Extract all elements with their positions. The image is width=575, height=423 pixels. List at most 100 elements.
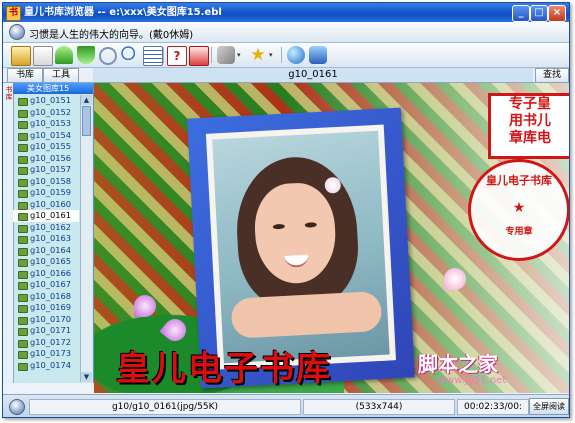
toolbar-separator bbox=[211, 47, 212, 63]
sidebar-item-g10_0171[interactable]: g10_0171 bbox=[13, 325, 79, 337]
sidebar-item-g10_0169[interactable]: g10_0169 bbox=[13, 302, 79, 314]
sidebar-item-g10_0168[interactable]: g10_0168 bbox=[13, 291, 79, 303]
list-button[interactable] bbox=[143, 46, 163, 66]
info-button[interactable] bbox=[189, 46, 209, 66]
tab-library[interactable]: 书库 bbox=[7, 68, 43, 83]
sidebar-item-label: g10_0172 bbox=[30, 336, 72, 347]
toolbar-separator bbox=[281, 47, 282, 63]
sidebar-scrollbar[interactable]: ▲ ▼ bbox=[80, 95, 92, 382]
sidebar-item-g10_0158[interactable]: g10_0158 bbox=[13, 176, 79, 188]
tab-tools[interactable]: 工具 bbox=[43, 68, 79, 83]
sidebar-item-label: g10_0166 bbox=[30, 267, 72, 278]
round-seal-text: 皇儿电子书库 bbox=[486, 174, 552, 187]
sidebar-item-g10_0157[interactable]: g10_0157 bbox=[13, 164, 79, 176]
status-dimensions: (533x744) bbox=[303, 399, 455, 415]
web-book-button[interactable] bbox=[309, 46, 327, 64]
sidebar-item-label: g10_0151 bbox=[30, 95, 72, 105]
sidebar-item-g10_0160[interactable]: g10_0160 bbox=[13, 199, 79, 211]
seal-line: 用书儿 bbox=[509, 113, 551, 129]
sidebar-item-label: g10_0171 bbox=[30, 325, 72, 335]
sidebar-item-g10_0154[interactable]: g10_0154 bbox=[13, 130, 79, 142]
image-file-icon bbox=[18, 362, 28, 371]
tools-dropdown[interactable]: ▾ bbox=[237, 46, 244, 64]
sidebar-item-g10_0170[interactable]: g10_0170 bbox=[13, 314, 79, 326]
sidebar-item-g10_0163[interactable]: g10_0163 bbox=[13, 233, 79, 245]
sidebar-item-label: g10_0174 bbox=[30, 359, 72, 370]
image-file-icon bbox=[18, 167, 28, 175]
dropdown-icon: ▾ bbox=[269, 51, 273, 59]
sidebar-item-label: g10_0165 bbox=[30, 256, 72, 266]
tools-button[interactable] bbox=[217, 46, 235, 64]
image-file-icon bbox=[18, 201, 28, 210]
title-bar[interactable]: 书 皇儿书库浏览器 -- e:\xxx\美女图库15.ebl _ □ × bbox=[3, 3, 569, 22]
sidebar-item-g10_0174[interactable]: g10_0174 bbox=[13, 360, 79, 372]
help-button[interactable]: ? bbox=[167, 46, 187, 66]
quote-bar: 习惯是人生的伟大的向导。(戴0休姆) bbox=[3, 22, 569, 43]
search-button[interactable]: 查找 bbox=[535, 68, 569, 83]
app-window: 书 皇儿书库浏览器 -- e:\xxx\美女图库15.ebl _ □ × 习惯是… bbox=[2, 2, 570, 418]
sidebar-item-label: g10_0164 bbox=[30, 244, 72, 255]
image-file-icon bbox=[18, 132, 28, 141]
sidebar-item-label: g10_0167 bbox=[30, 279, 72, 289]
sidebar-item-g10_0159[interactable]: g10_0159 bbox=[13, 187, 79, 199]
scroll-thumb[interactable] bbox=[82, 106, 91, 136]
sidebar-item-label: g10_0153 bbox=[30, 118, 72, 128]
sidebar-item-g10_0156[interactable]: g10_0156 bbox=[13, 153, 79, 165]
cd-disc-icon[interactable] bbox=[9, 24, 25, 40]
minimize-button[interactable]: _ bbox=[512, 5, 530, 22]
window-title: 皇儿书库浏览器 -- e:\xxx\美女图库15.ebl bbox=[24, 7, 222, 18]
refresh-button[interactable] bbox=[287, 46, 305, 64]
sidebar-item-g10_0155[interactable]: g10_0155 bbox=[13, 141, 79, 153]
open-book-button[interactable] bbox=[11, 46, 31, 66]
sidebar-item-g10_0172[interactable]: g10_0172 bbox=[13, 337, 79, 349]
file-button[interactable] bbox=[33, 46, 53, 66]
sidebar-item-g10_0165[interactable]: g10_0165 bbox=[13, 256, 79, 268]
sidebar-item-label: g10_0161 bbox=[30, 210, 72, 220]
image-file-icon bbox=[18, 213, 28, 221]
sidebar-item-label: g10_0154 bbox=[30, 129, 72, 140]
image-file-icon bbox=[18, 293, 28, 302]
zoom-button[interactable] bbox=[121, 46, 139, 64]
close-button[interactable]: × bbox=[548, 5, 566, 22]
seal-line: 章库电 bbox=[509, 130, 551, 146]
scroll-up-icon[interactable]: ▲ bbox=[81, 95, 92, 105]
back-button[interactable] bbox=[99, 47, 117, 65]
sidebar-item-label: g10_0162 bbox=[30, 221, 72, 232]
sidebar-item-g10_0151[interactable]: g10_0151 bbox=[13, 95, 79, 107]
sidebar-item-label: g10_0157 bbox=[30, 164, 72, 174]
down-button[interactable] bbox=[77, 46, 95, 64]
image-file-icon bbox=[18, 259, 28, 267]
sidebar-item-label: g10_0155 bbox=[30, 141, 72, 151]
seal-star-icon: ★ bbox=[512, 200, 526, 216]
current-item-title: g10_0161 bbox=[93, 68, 533, 82]
sidebar-item-label: g10_0158 bbox=[30, 175, 72, 186]
image-file-icon bbox=[18, 236, 28, 244]
sidebar-header[interactable]: 美女图库15 bbox=[13, 83, 93, 94]
up-button[interactable] bbox=[55, 46, 73, 64]
favorites-dropdown[interactable]: ▾ bbox=[269, 46, 276, 64]
sidebar-item-g10_0173[interactable]: g10_0173 bbox=[13, 348, 79, 360]
sidebar-item-g10_0152[interactable]: g10_0152 bbox=[13, 107, 79, 119]
book-app-icon[interactable]: 书 bbox=[6, 6, 21, 21]
fullscreen-read-button[interactable]: 全屏阅读 bbox=[529, 398, 569, 415]
image-file-icon bbox=[18, 328, 28, 336]
portrait-arm bbox=[230, 290, 383, 339]
status-file-info: g10/g10_0161(jpg/55K) bbox=[29, 399, 301, 415]
scroll-down-icon[interactable]: ▼ bbox=[81, 372, 92, 382]
status-disc-icon[interactable] bbox=[9, 399, 25, 415]
sidebar-item-g10_0164[interactable]: g10_0164 bbox=[13, 245, 79, 257]
maximize-button[interactable]: □ bbox=[530, 5, 548, 22]
image-file-icon bbox=[18, 339, 28, 348]
favorites-button[interactable]: ★ bbox=[249, 46, 267, 64]
square-seal-stamp: 专子皇 用书儿 章库电 bbox=[488, 93, 569, 159]
sidebar-item-g10_0162[interactable]: g10_0162 bbox=[13, 222, 79, 234]
image-file-icon bbox=[18, 178, 28, 187]
sidebar-item-g10_0161[interactable]: g10_0161 bbox=[13, 210, 79, 222]
image-viewer[interactable]: 专子皇 用书儿 章库电 皇儿电子书库 ★ 专用章 皇儿电子书库 脚本之家 www… bbox=[94, 83, 569, 393]
sidebar-item-g10_0167[interactable]: g10_0167 bbox=[13, 279, 79, 291]
dropdown-icon: ▾ bbox=[237, 51, 241, 59]
sidebar-item-g10_0153[interactable]: g10_0153 bbox=[13, 118, 79, 130]
pink-lotus bbox=[444, 268, 466, 290]
sidebar-item-g10_0166[interactable]: g10_0166 bbox=[13, 268, 79, 280]
favorites-star-icon: ★ bbox=[250, 45, 266, 65]
